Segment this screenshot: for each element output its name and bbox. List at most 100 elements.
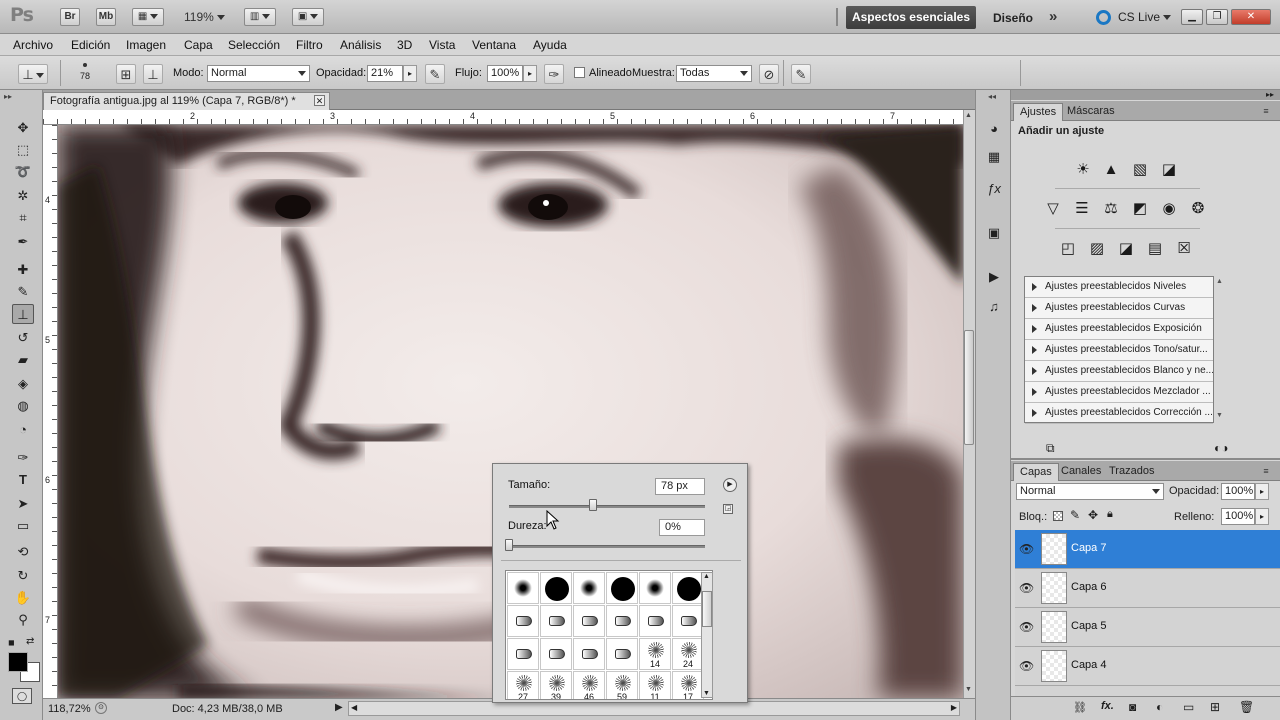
mode-select[interactable]: Normal [207,65,310,82]
swap-colors-icon[interactable]: ⇄ [26,636,34,647]
lock-position-icon[interactable]: ✥ [1088,508,1098,522]
channel-mixer-icon[interactable]: ❂ [1186,198,1210,220]
brush-preset-tip[interactable] [507,605,539,637]
close-document-icon[interactable]: ✕ [314,95,325,106]
tab-paths[interactable]: Trazados [1103,463,1160,481]
new-layer-icon[interactable]: ⊞ [1210,700,1220,714]
layer-opacity-input[interactable]: 100% [1221,483,1255,500]
new-group-icon[interactable]: ▭ [1183,700,1194,714]
brush-preset-splat[interactable]: 24 [672,638,704,670]
brush-preset-splat[interactable]: 17 [672,671,704,699]
hardness-input[interactable]: 0% [659,519,705,536]
mini-bridge-panel-icon[interactable]: ◕ [983,118,1005,140]
document-tab[interactable]: Fotografía antigua.jpg al 119% (Capa 7, … [43,92,330,110]
scroll-right-icon[interactable]: ▶ [951,703,957,712]
flow-input[interactable]: 100% [487,65,523,82]
flow-slider-button[interactable]: ▸ [523,65,537,82]
horizontal-ruler[interactable]: 2 3 4 5 6 7 [43,110,963,125]
menu-vista[interactable]: Vista [429,38,455,52]
collapse-toolbox-icon[interactable]: ▸▸ [4,92,12,101]
brush-preset-splat[interactable]: 59 [606,671,638,699]
eye-visibility-icon[interactable]: 👁︎ [1019,542,1034,556]
color-balance-icon[interactable]: ⚖ [1099,198,1123,220]
preset-row[interactable]: Ajustes preestablecidos Exposición [1025,319,1213,340]
brush-preset-tip[interactable] [540,638,572,670]
pressure-size-icon[interactable]: ✎ [791,64,811,84]
pen-tool-icon[interactable]: ✑ [12,448,34,468]
hand-tool-icon[interactable]: ✋ [12,588,34,608]
new-adjustment-layer-icon[interactable]: ◐ [1156,700,1163,714]
brush-preset-tip[interactable] [606,605,638,637]
foreground-color-swatch[interactable] [8,652,28,672]
eye-visibility-icon[interactable]: 👁︎ [1019,620,1034,634]
healing-brush-tool-icon[interactable]: ✚ [12,260,34,280]
brush-grid-scrollbar[interactable]: ▲ ▼ [701,572,713,698]
lasso-tool-icon[interactable]: ➰ [12,162,34,182]
delete-layer-icon[interactable]: 🗑︎ [1239,700,1254,714]
brush-preset-splat[interactable]: 46 [573,671,605,699]
hue-saturation-icon[interactable]: ☰ [1070,198,1094,220]
exposure-icon[interactable]: ◪ [1157,159,1181,181]
zoom-status-field[interactable]: 118,72% [48,703,91,715]
history-panel-icon[interactable]: ♫ [983,296,1005,318]
preset-row[interactable]: Ajustes preestablecidos Curvas [1025,298,1213,319]
scroll-up-icon[interactable]: ▲ [965,112,972,119]
paint-bucket-tool-icon[interactable]: ◈ [12,374,34,394]
horizontal-scrollbar[interactable]: ◀ ▶ [348,701,960,716]
brush-preset-soft[interactable] [507,572,539,604]
status-menu-arrow-icon[interactable]: ▶ [335,702,343,713]
size-slider-thumb[interactable] [589,499,598,511]
sample-select[interactable]: Todas [676,65,752,82]
new-preset-icon[interactable]: ◲ [723,504,733,514]
close-window-button[interactable]: ✕ [1231,9,1271,25]
restore-button[interactable]: ❐ [1206,9,1228,25]
posterize-icon[interactable]: ▨ [1085,238,1109,260]
styles-panel-icon[interactable]: ƒx [983,178,1005,200]
fill-slider-button[interactable]: ▸ [1255,508,1269,525]
add-mask-icon[interactable]: ◙ [1129,700,1136,714]
3d-rotate-tool-icon[interactable]: ⟲ [12,542,34,562]
move-tool-icon[interactable]: ✥ [12,118,34,138]
size-input[interactable]: 78 px [655,478,705,495]
brush-preset-tip[interactable] [540,605,572,637]
brush-picker-button[interactable]: 78 [68,61,102,87]
swatches-panel-icon[interactable]: ▦ [983,146,1005,168]
tab-channels[interactable]: Canales [1055,463,1107,481]
minimize-button[interactable]: ▁ [1181,9,1203,25]
brush-preset-tip[interactable] [573,605,605,637]
brightness-contrast-icon[interactable]: ☀ [1071,159,1095,181]
bridge-button[interactable]: Br [60,8,80,26]
default-colors-icon[interactable]: ◼ [8,638,15,647]
hardness-slider-thumb[interactable] [505,539,513,551]
menu-edicion[interactable]: Edición [71,38,110,52]
layer-row-capa-5[interactable]: 👁︎ Capa 5 [1015,608,1280,647]
airbrush-icon[interactable]: ✑ [544,64,564,84]
menu-ayuda[interactable]: Ayuda [533,38,567,52]
brush-tool-icon[interactable]: ✎ [12,282,34,302]
gradient-map-icon[interactable]: ▤ [1143,238,1167,260]
aligned-checkbox[interactable] [574,67,585,78]
brush-preset-hard[interactable] [672,572,704,604]
quick-selection-tool-icon[interactable]: ✲ [12,186,34,206]
scroll-down-icon[interactable]: ▼ [703,690,710,697]
mini-bridge-button[interactable]: Mb [96,8,116,26]
brush-preset-splat[interactable]: 11 [639,671,671,699]
scroll-left-icon[interactable]: ◀ [351,703,357,712]
blur-tool-icon[interactable]: ◍ [12,396,34,416]
mini-bridge-icon[interactable]: ▣ [983,222,1005,244]
black-white-icon[interactable]: ◩ [1128,198,1152,220]
panel-menu-icon[interactable]: ≡ [1259,466,1273,476]
link-layers-icon[interactable]: ⛓ [1073,701,1087,714]
screen-mode-button[interactable]: ▣ [292,8,324,26]
menu-seleccion[interactable]: Selección [228,38,280,52]
brush-preset-tip[interactable] [606,638,638,670]
layer-opacity-slider-button[interactable]: ▸ [1255,483,1269,500]
toggle-clone-source-panel-icon[interactable]: ⊥ [143,64,163,84]
clip-to-layer-icon[interactable]: ⧉ [1046,441,1055,456]
preset-row[interactable]: Ajustes preestablecidos Blanco y ne... [1025,361,1213,382]
presets-scrollbar[interactable]: ▲ [1216,278,1224,420]
menu-imagen[interactable]: Imagen [126,38,166,52]
brush-preset-tip[interactable] [507,638,539,670]
size-slider-track[interactable] [509,505,705,508]
3d-orbit-tool-icon[interactable]: ↻ [12,566,34,586]
